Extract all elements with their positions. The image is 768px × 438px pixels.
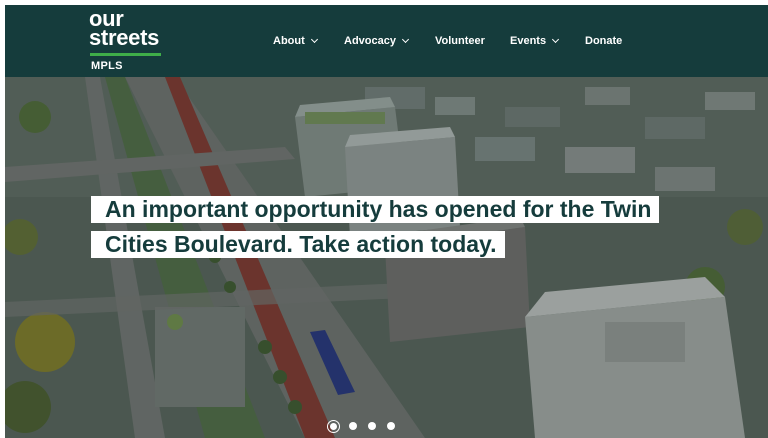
nav-item-label: Donate bbox=[585, 35, 623, 47]
logo-text-mpls: MPLS bbox=[91, 60, 123, 72]
nav-item-events[interactable]: Events bbox=[510, 35, 560, 47]
hero-banner: An important opportunity has opened for … bbox=[5, 77, 768, 438]
hero-headline-line-2: Cities Boulevard. Take action today. bbox=[91, 231, 505, 258]
nav-item-volunteer[interactable]: Volunteer bbox=[435, 35, 485, 47]
site-header: our streets MPLS About Advocacy Voluntee… bbox=[5, 5, 768, 77]
chevron-down-icon bbox=[552, 35, 560, 44]
chevron-down-icon bbox=[401, 35, 410, 44]
nav-item-label: Volunteer bbox=[435, 35, 485, 47]
hero-headline-line-1: An important opportunity has opened for … bbox=[91, 196, 660, 223]
slide-dot-1[interactable] bbox=[327, 419, 340, 433]
nav-item-label: Advocacy bbox=[344, 35, 396, 47]
nav-item-about[interactable]: About bbox=[273, 35, 318, 47]
logo-underline bbox=[90, 53, 161, 56]
slide-indicators bbox=[327, 419, 406, 433]
logo-text-streets: streets bbox=[89, 25, 160, 50]
nav-item-advocacy[interactable]: Advocacy bbox=[344, 35, 410, 47]
slide-dot-2[interactable] bbox=[349, 422, 357, 430]
chevron-down-icon bbox=[310, 35, 318, 44]
nav-item-donate[interactable]: Donate bbox=[585, 35, 622, 47]
nav-item-label: About bbox=[273, 35, 305, 47]
nav-item-label: Events bbox=[510, 35, 547, 47]
site-logo[interactable]: our streets MPLS bbox=[89, 8, 169, 75]
slide-dot-3[interactable] bbox=[368, 422, 376, 430]
slide-dot-4[interactable] bbox=[387, 422, 395, 430]
